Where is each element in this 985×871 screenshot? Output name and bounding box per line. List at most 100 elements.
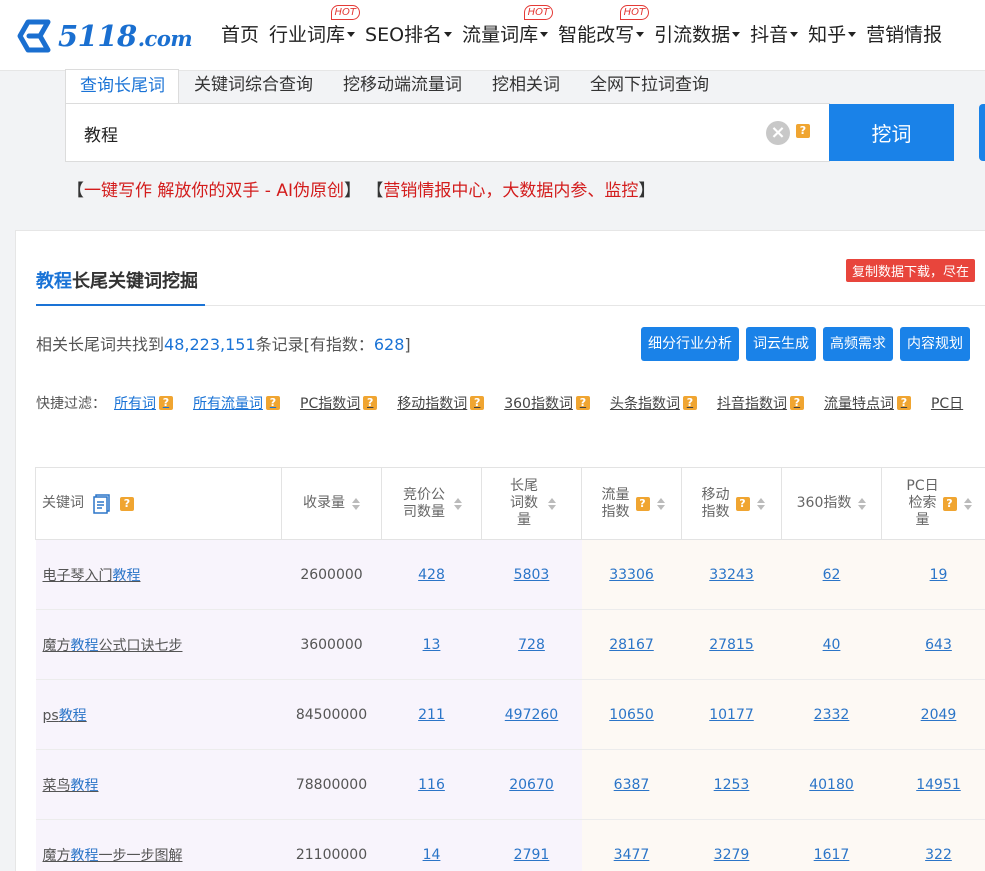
cell-value[interactable]: 13 xyxy=(423,637,441,653)
filter-item-4[interactable]: 360指数词? xyxy=(504,393,590,413)
keyword-link[interactable]: 菜鸟教程 xyxy=(43,778,99,794)
action-button-1[interactable]: 词云生成 xyxy=(746,327,816,361)
nav-item-0[interactable]: 首页 xyxy=(216,22,264,52)
help-icon[interactable]: ? xyxy=(682,396,697,410)
cell-value[interactable]: 62 xyxy=(823,567,841,583)
cell-value[interactable]: 322 xyxy=(925,847,952,863)
search-tab-4[interactable]: 全网下拉词查询 xyxy=(575,69,724,104)
sort-icon[interactable] xyxy=(858,497,867,510)
cell-value[interactable]: 6387 xyxy=(614,777,650,793)
column-header-1[interactable]: 收录量 xyxy=(281,467,382,540)
sort-icon[interactable] xyxy=(756,497,765,510)
help-icon[interactable]: ? xyxy=(120,496,134,511)
filter-item-1[interactable]: 所有流量词? xyxy=(193,393,280,413)
cell-value[interactable]: 428 xyxy=(418,567,445,583)
help-icon[interactable]: ? xyxy=(266,396,280,410)
nav-item-8[interactable]: 营销情报 xyxy=(861,22,947,52)
cell-value[interactable]: 27815 xyxy=(709,637,754,653)
filter-label-text: 移动指数词 xyxy=(397,396,468,412)
dig-button[interactable]: 挖词 xyxy=(829,104,954,161)
action-button-3[interactable]: 内容规划 xyxy=(900,327,970,361)
help-icon[interactable]: ? xyxy=(735,496,750,511)
keyword-link[interactable]: 电子琴入门教程 xyxy=(43,568,141,584)
cell-value[interactable]: 728 xyxy=(518,637,545,653)
nav-item-6[interactable]: 抖音 xyxy=(745,22,803,52)
table-body: 电子琴入门教程 2600000 428 5803 33306 33243 62 19 魔方教程公… xyxy=(35,539,985,871)
help-icon[interactable]: ? xyxy=(896,396,911,410)
cell-value[interactable]: 3279 xyxy=(714,847,750,863)
filter-item-2[interactable]: PC指数词? xyxy=(300,393,378,413)
search-input[interactable] xyxy=(84,120,744,146)
search-tab-0[interactable]: 查询长尾词 xyxy=(65,69,179,104)
help-icon[interactable]: ? xyxy=(789,396,804,410)
filter-item-3[interactable]: 移动指数词? xyxy=(397,393,485,413)
sort-icon[interactable] xyxy=(454,497,462,510)
cell-value[interactable]: 20670 xyxy=(509,777,554,793)
site-logo[interactable]: 5118.com xyxy=(14,16,193,56)
column-header-3[interactable]: 长尾词数量 xyxy=(481,467,582,540)
sort-icon[interactable] xyxy=(656,497,665,510)
cell-value[interactable]: 5803 xyxy=(514,567,550,583)
sort-icon[interactable] xyxy=(548,497,556,510)
action-button-0[interactable]: 细分行业分析 xyxy=(641,327,739,361)
keyword-link[interactable]: 魔方教程公式口诀七步 xyxy=(43,638,183,654)
cell-value[interactable]: 116 xyxy=(418,777,445,793)
help-icon[interactable]: ? xyxy=(575,396,590,410)
cell-value[interactable]: 497260 xyxy=(505,707,558,723)
cell-value[interactable]: 643 xyxy=(925,637,952,653)
cell-value[interactable]: 33243 xyxy=(709,567,754,583)
nav-item-1[interactable]: 行业词库 HOT xyxy=(264,5,361,52)
help-icon[interactable]: ? xyxy=(796,124,810,138)
help-icon[interactable]: ? xyxy=(635,496,650,511)
nav-item-7[interactable]: 知乎 xyxy=(803,22,861,52)
copy-download-badge[interactable]: 复制数据下载，尽在 xyxy=(846,259,976,282)
cell-value[interactable]: 33306 xyxy=(609,567,654,583)
cell-value[interactable]: 28167 xyxy=(609,637,654,653)
filter-item-6[interactable]: 抖音指数词? xyxy=(717,393,804,413)
cell-value[interactable]: 40 xyxy=(823,637,841,653)
cell-value[interactable]: 40180 xyxy=(809,777,854,793)
cell-value[interactable]: 211 xyxy=(418,707,445,723)
cell-value[interactable]: 2332 xyxy=(814,707,850,723)
cell-value[interactable]: 10177 xyxy=(709,707,754,723)
filter-item-5[interactable]: 头条指数词? xyxy=(610,393,697,413)
keyword-link[interactable]: ps教程 xyxy=(43,708,87,724)
nav-item-2[interactable]: SEO排名 xyxy=(360,22,457,52)
action-button-2[interactable]: 高频需求 xyxy=(823,327,893,361)
search-tab-1[interactable]: 关键词综合查询 xyxy=(179,69,328,104)
filter-item-7[interactable]: 流量特点词? xyxy=(824,393,911,413)
column-header-6[interactable]: 360指数 xyxy=(781,467,882,540)
cell-value[interactable]: 14 xyxy=(423,847,441,863)
promo-link-marketing-intel[interactable]: 营销情报中心，大数据内参、监控 xyxy=(383,181,638,201)
column-header-4[interactable]: 流量指数? xyxy=(581,467,682,540)
column-header-2[interactable]: 竞价公司数量 xyxy=(381,467,482,540)
document-list-icon[interactable] xyxy=(93,493,111,514)
sort-icon[interactable] xyxy=(352,497,360,510)
cell-value[interactable]: 1253 xyxy=(714,777,750,793)
filter-item-8[interactable]: PC日 xyxy=(931,393,963,413)
cell-value[interactable]: 19 xyxy=(930,567,948,583)
sort-icon[interactable] xyxy=(963,497,972,510)
promo-link-ai-writing[interactable]: 一键写作 解放你的双手 - AI伪原创 xyxy=(84,181,344,201)
nav-item-4[interactable]: 智能改写 HOT xyxy=(553,5,650,52)
column-header-7[interactable]: PC日检索量? xyxy=(881,467,985,540)
help-icon[interactable]: ? xyxy=(363,396,378,410)
cell-value[interactable]: 14951 xyxy=(916,777,961,793)
keyword-link[interactable]: 魔方教程一步一步图解 xyxy=(43,848,183,864)
cell-value[interactable]: 1617 xyxy=(814,847,850,863)
column-header-5[interactable]: 移动指数? xyxy=(681,467,782,540)
help-icon[interactable]: ? xyxy=(942,496,957,511)
filter-item-0[interactable]: 所有词? xyxy=(114,393,173,413)
cell-value[interactable]: 2791 xyxy=(514,847,550,863)
search-tab-2[interactable]: 挖移动端流量词 xyxy=(328,69,477,104)
help-icon[interactable]: ? xyxy=(470,396,485,410)
cell-value[interactable]: 10650 xyxy=(609,707,654,723)
cell-value[interactable]: 2049 xyxy=(921,707,957,723)
search-tab-3[interactable]: 挖相关词 xyxy=(477,69,575,104)
nav-item-5[interactable]: 引流数据 xyxy=(649,22,745,52)
nav-item-3[interactable]: 流量词库 HOT xyxy=(457,5,554,52)
clear-icon[interactable]: × xyxy=(766,121,790,145)
help-icon[interactable]: ? xyxy=(159,396,173,410)
cell-value[interactable]: 3477 xyxy=(614,847,650,863)
secondary-button-edge[interactable] xyxy=(979,104,985,161)
